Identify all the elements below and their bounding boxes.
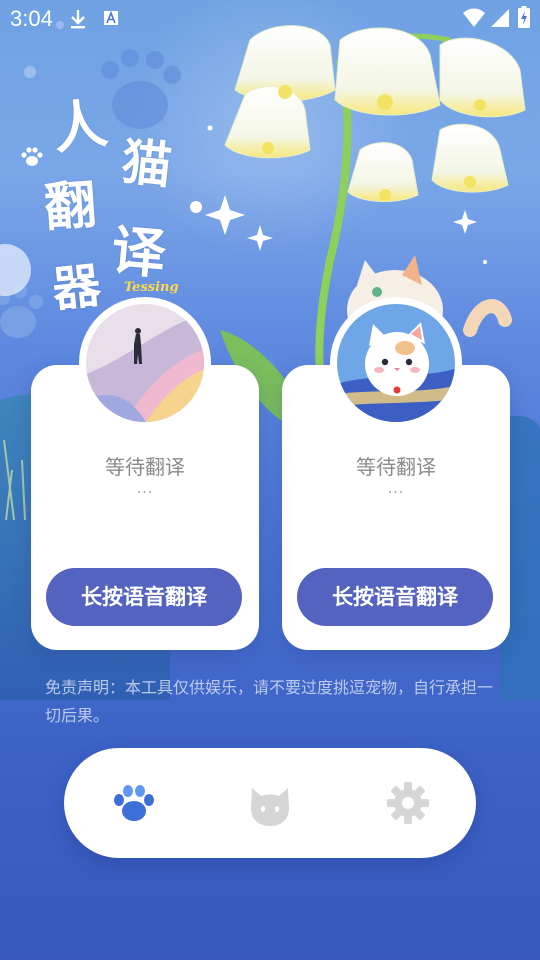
translation-output: ...: [136, 481, 154, 497]
avatar-ring: [79, 297, 211, 429]
translation-status: 等待翻译: [105, 455, 185, 479]
download-icon: [71, 10, 85, 29]
avatar-ring: [330, 297, 462, 429]
person-avatar: [86, 304, 204, 422]
title-char: 翻: [42, 175, 99, 239]
translation-output: ...: [387, 481, 405, 497]
nav-item-paw[interactable]: [107, 776, 161, 830]
translation-status: 等待翻译: [356, 455, 436, 479]
title-char: 人: [48, 91, 111, 162]
cat-card: 等待翻译 ... 长按语音翻译: [282, 297, 510, 650]
hold-to-translate-button[interactable]: 长按语音翻译: [297, 568, 493, 626]
wifi-icon: [463, 8, 485, 27]
disclaimer-text: 免责声明：本工具仅供娱乐，请不要过度挑逗宠物，自行承担一切后果。: [45, 678, 494, 725]
gear-icon: [387, 782, 429, 824]
human-card: 等待翻译 ... 长按语音翻译: [31, 297, 259, 650]
nav-item-settings[interactable]: [381, 776, 435, 830]
battery-icon: [518, 6, 530, 28]
cat-face-icon: [251, 788, 289, 826]
app-screen: 3:04 人 猫 翻 译 器 Tessing 等待翻译 ... 长按语音翻译 等…: [0, 0, 540, 960]
title-char: 器: [49, 257, 104, 319]
status-bar: 3:04: [0, 0, 540, 38]
title-char: 译: [108, 218, 169, 287]
status-time: 3:04: [10, 6, 53, 31]
brand-signature: Tessing: [124, 280, 179, 295]
bottom-nav: [64, 748, 476, 858]
cat-avatar: [337, 304, 455, 422]
hold-to-translate-button[interactable]: 长按语音翻译: [46, 568, 242, 626]
paw-icon: [114, 785, 154, 821]
title-char: 猫: [118, 132, 175, 196]
a-badge-icon: [104, 10, 118, 25]
nav-item-cat[interactable]: [243, 776, 297, 830]
small-paw-icon: [21, 147, 43, 166]
signal-icon: [491, 9, 509, 27]
